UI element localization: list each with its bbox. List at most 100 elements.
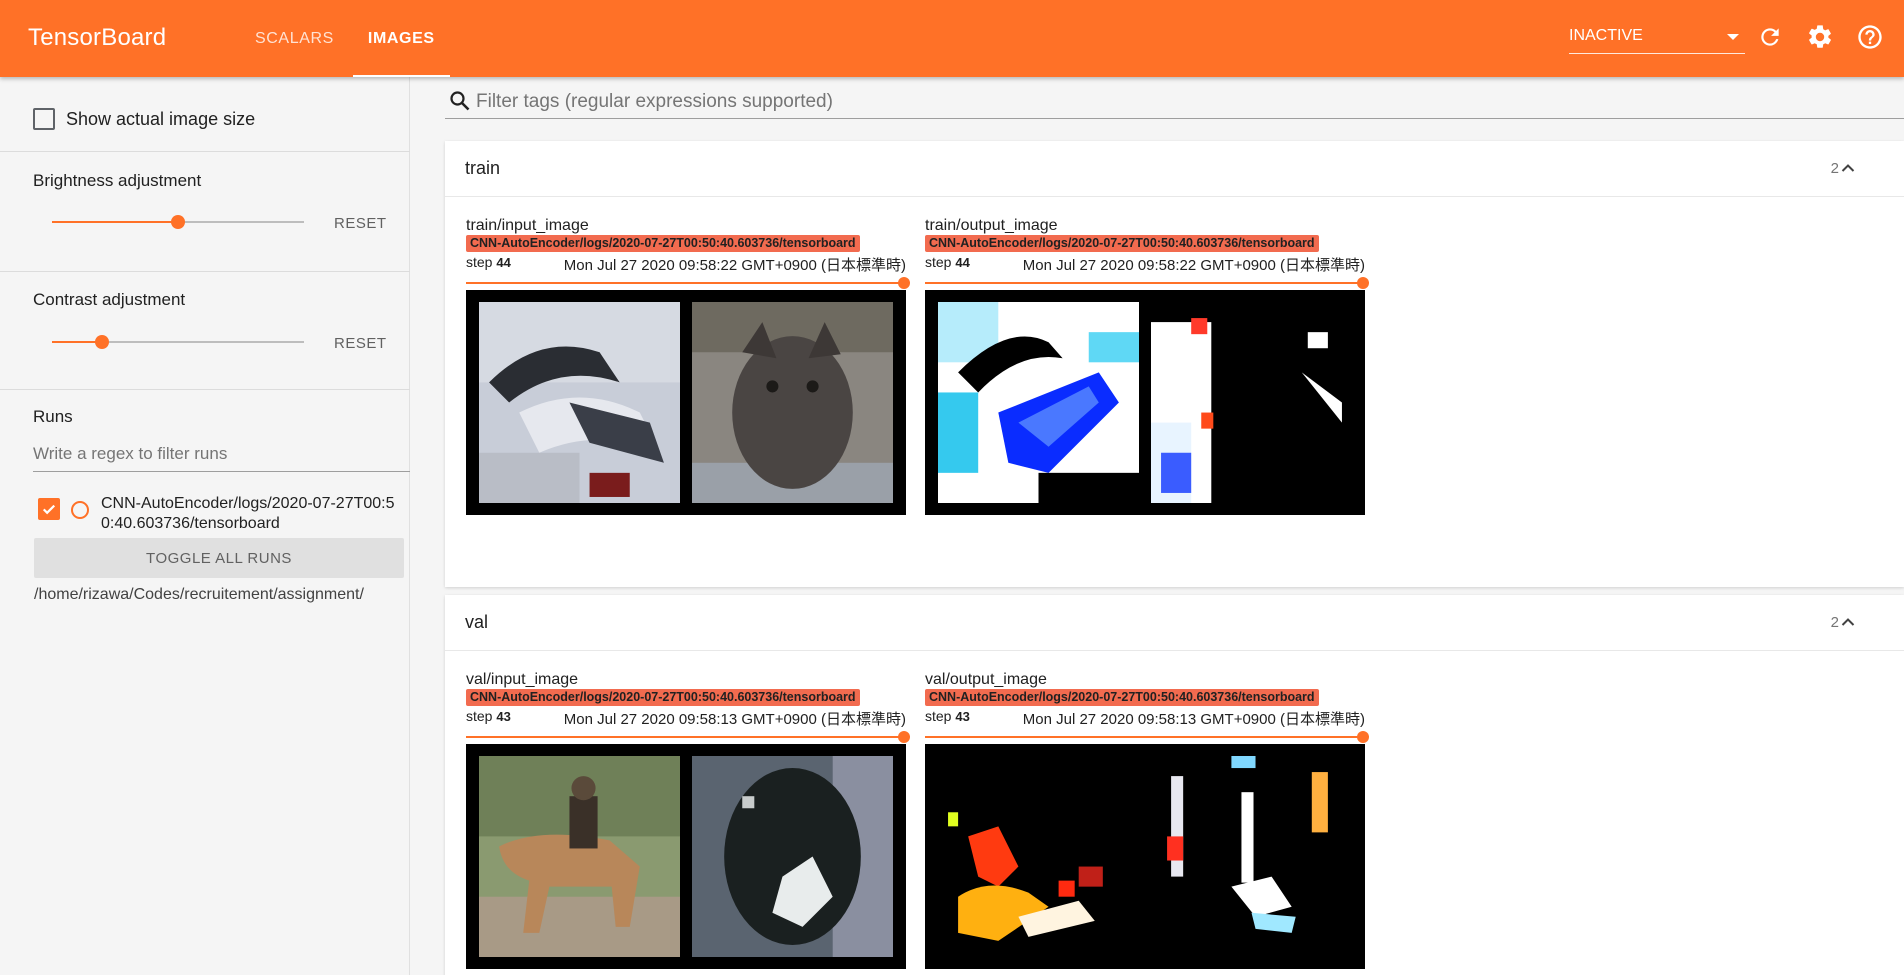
tab-scalars[interactable]: SCALARS [240,0,349,77]
reconstructed-car-image [938,302,1139,503]
brightness-reset-button[interactable]: RESET [328,211,393,236]
contrast-title: Contrast adjustment [33,290,186,309]
slider-fill [52,221,178,223]
log-directory: /home/rizawa/Codes/recruitement/assignme… [34,586,364,603]
step-value: 44 [496,255,511,270]
card-tag: val/input_image [466,671,579,688]
sidebar: Show actual image size Brightness adjust… [0,77,410,975]
run-name: CNN-AutoEncoder/logs/2020-07-27T00:50:40… [101,495,395,532]
dashboard-tabs: SCALARS IMAGES [240,0,454,77]
toggle-all-runs-button[interactable]: TOGGLE ALL RUNS [34,538,404,578]
category-train: train 2 train/input_image CNN-AutoEncode… [445,141,1904,587]
step-knob[interactable] [1357,731,1369,743]
run-chip: CNN-AutoEncoder/logs/2020-07-27T00:50:40… [925,235,1319,252]
step-slider[interactable] [466,276,910,290]
image-display[interactable] [925,290,1365,515]
category-name: train [465,158,501,178]
contrast-slider[interactable] [52,332,304,352]
tab-images[interactable]: IMAGES [352,0,450,77]
step-value: 43 [496,709,511,724]
reconstructed-dog-image [1151,756,1352,957]
image-size-section: Show actual image size [0,77,410,152]
tag-filter-bar [445,85,1904,119]
contrast-reset-button[interactable]: RESET [328,331,393,356]
category-header[interactable]: val 2 [445,595,1904,651]
step-knob[interactable] [1357,277,1369,289]
timestamp: Mon Jul 27 2020 09:58:22 GMT+0900 (日本標準時… [563,257,906,274]
step-slider[interactable] [925,730,1369,744]
chevron-down-icon [1727,34,1739,40]
brightness-title-label: Brightness adjustment [33,171,202,190]
step-value: 43 [955,709,970,724]
run-color-radio[interactable] [71,501,89,519]
step-slider[interactable] [925,276,1369,290]
step-label: step [925,708,956,724]
settings-icon[interactable] [1803,20,1837,54]
checkbox-box[interactable] [33,108,55,130]
check-icon [42,504,56,515]
reconstructed-horse-image [938,756,1139,957]
run-item: CNN-AutoEncoder/logs/2020-07-27T00:50:40… [38,491,410,532]
category-count: 2 [1830,614,1839,631]
step-info: step 43 Mon Jul 27 2020 09:58:13 GMT+090… [466,708,906,728]
reload-mode-value: INACTIVE [1569,27,1643,44]
step-knob[interactable] [898,731,910,743]
step-knob[interactable] [898,277,910,289]
image-display[interactable] [925,744,1365,969]
card-tag: val/output_image [925,671,1047,688]
card-tag: train/output_image [925,217,1058,234]
search-icon [448,89,472,118]
timestamp: Mon Jul 27 2020 09:58:22 GMT+0900 (日本標準時… [1022,257,1365,274]
run-chip: CNN-AutoEncoder/logs/2020-07-27T00:50:40… [466,235,860,252]
timestamp: Mon Jul 27 2020 09:58:13 GMT+0900 (日本標準時… [1022,711,1365,728]
image-card: train/output_image CNN-AutoEncoder/logs/… [925,217,1369,517]
step-track [466,736,906,738]
step-value: 44 [955,255,970,270]
step-label: step [466,708,497,724]
cat-image [692,302,893,503]
help-icon[interactable] [1853,20,1887,54]
show-actual-size-label: Show actual image size [66,108,256,129]
refresh-icon[interactable] [1753,20,1787,54]
slider-knob[interactable] [95,335,110,349]
reload-mode-select[interactable]: INACTIVE [1569,22,1745,54]
category-val: val 2 val/input_image CNN-AutoEncoder/lo… [445,595,1904,975]
show-actual-size-checkbox[interactable]: Show actual image size [33,108,255,130]
horse-image [479,756,680,957]
top-toolbar: TensorBoard SCALARS IMAGES INACTIVE [0,0,1904,77]
step-info: step 44 Mon Jul 27 2020 09:58:22 GMT+090… [925,254,1365,274]
step-label: step [925,254,956,270]
tag-filter-input[interactable] [476,87,1876,117]
app-title: TensorBoard [28,24,167,51]
run-chip: CNN-AutoEncoder/logs/2020-07-27T00:50:40… [925,689,1319,706]
category-header[interactable]: train 2 [445,141,1904,197]
step-info: step 43 Mon Jul 27 2020 09:58:13 GMT+090… [925,708,1365,728]
brightness-slider[interactable] [52,212,304,232]
chevron-up-icon [1840,614,1856,635]
car-image [479,302,680,503]
step-track [925,282,1365,284]
timestamp: Mon Jul 27 2020 09:58:13 GMT+0900 (日本標準時… [563,711,906,728]
dog-image [692,756,893,957]
reconstructed-cat-image [1151,302,1352,503]
category-name: val [465,612,489,632]
image-display[interactable] [466,744,906,969]
image-display[interactable] [466,290,906,515]
chevron-up-icon [1840,160,1856,181]
step-track [466,282,906,284]
step-track [925,736,1365,738]
step-info: step 44 Mon Jul 27 2020 09:58:22 GMT+090… [466,254,906,274]
step-label: step [466,254,497,270]
runs-title: Runs [33,407,73,426]
main-content: train 2 train/input_image CNN-AutoEncode… [445,77,1904,975]
image-card: train/input_image CNN-AutoEncoder/logs/2… [466,217,910,517]
run-checkbox[interactable] [38,498,60,520]
image-card: val/input_image CNN-AutoEncoder/logs/202… [466,671,910,971]
slider-knob[interactable] [171,215,185,229]
run-chip: CNN-AutoEncoder/logs/2020-07-27T00:50:40… [466,689,860,706]
runs-filter-input[interactable] [33,436,410,472]
category-count: 2 [1830,160,1839,177]
image-card: val/output_image CNN-AutoEncoder/logs/20… [925,671,1369,971]
step-slider[interactable] [466,730,910,744]
card-tag: train/input_image [466,217,589,234]
